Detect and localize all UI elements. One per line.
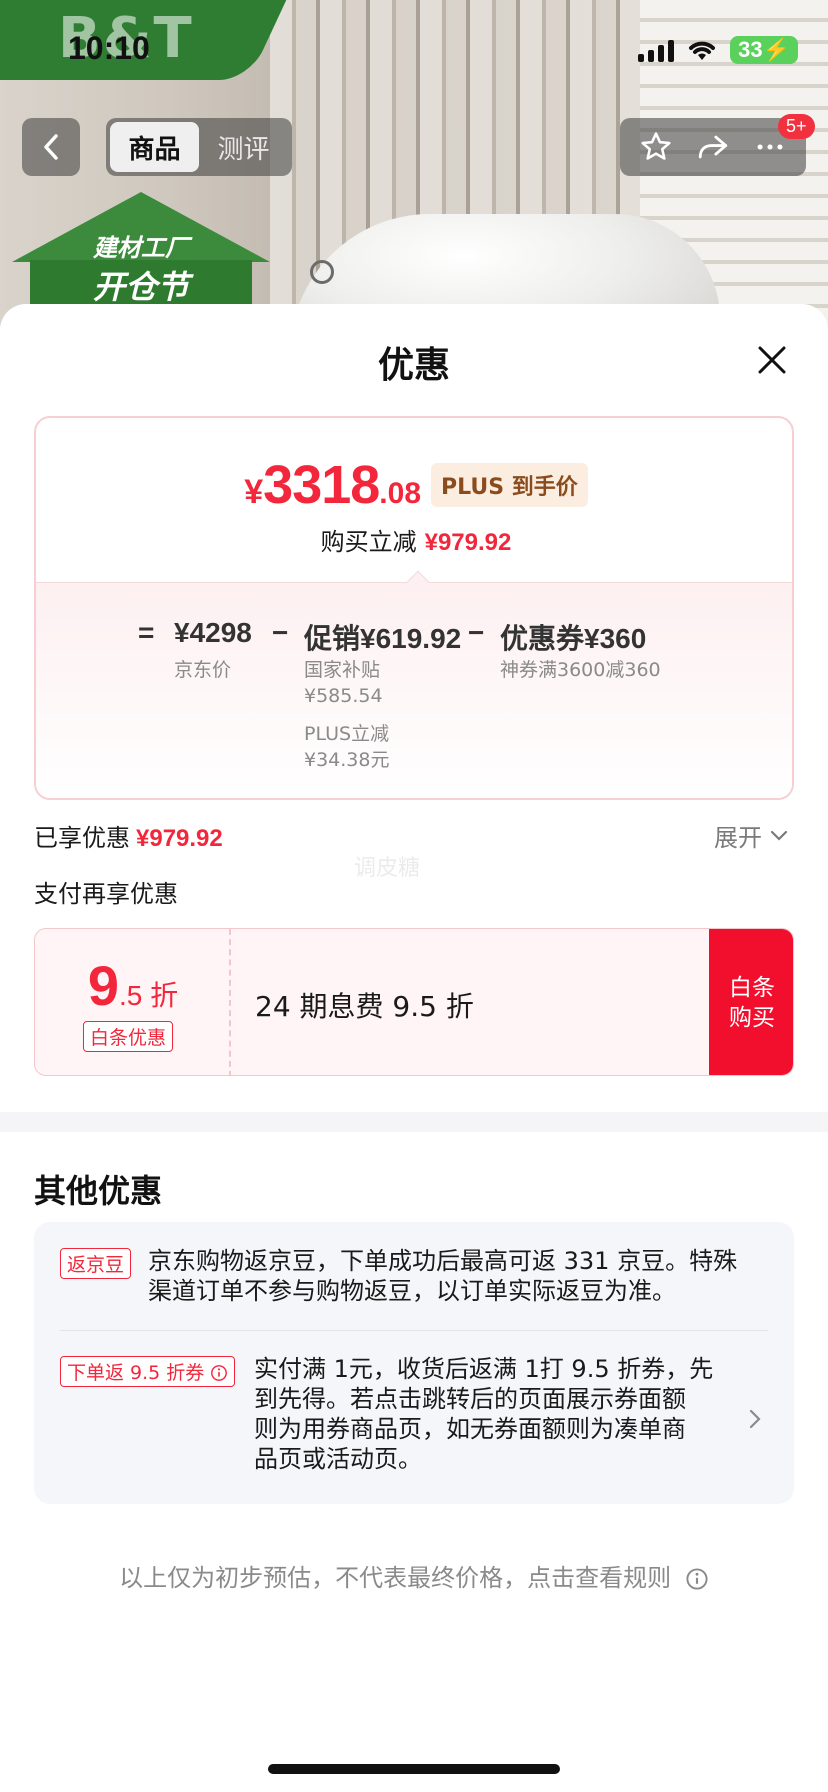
coupon-return-text-line2: 到先得。若点击跳转后的页面展示券面额 [254, 1385, 686, 1413]
promo-line2: 开仓节 [92, 268, 189, 306]
subsidy-value: ¥585.54 [304, 685, 383, 707]
signal-icon [638, 38, 675, 62]
plus-price-tag: PLUS 到手价 [431, 463, 588, 507]
home-indicator[interactable] [268, 1764, 560, 1774]
chevron-left-icon [44, 134, 58, 160]
wifi-icon [689, 41, 716, 60]
star-icon[interactable] [639, 130, 673, 164]
plus-reduce-label: PLUS立减 [304, 723, 390, 745]
promo-line1: 建材工厂 [93, 234, 189, 262]
sheet-title: 优惠 [377, 345, 450, 386]
toilet-button-graphic [310, 260, 334, 284]
equals-sign: = [138, 617, 155, 648]
subsidy-label: 国家补贴 [304, 659, 381, 681]
baitiao-discount: 9.5 折 [87, 954, 179, 1017]
section-divider [0, 1112, 828, 1132]
price-card: ¥3318.08 PLUS 到手价 购买立减 ¥979.92 = ¥4298 京东… [34, 416, 794, 800]
price-breakdown: = ¥4298 京东价 − 促销¥619.92 国家补贴 ¥585.54 PLU… [36, 582, 792, 798]
chevron-down-icon [770, 830, 788, 841]
close-icon[interactable] [752, 340, 792, 380]
promo-amount: 促销¥619.92 [304, 623, 462, 654]
battery-icon: 33⚡ [730, 36, 798, 64]
coupon-label: 神券满3600减360 [500, 659, 661, 681]
enjoyed-discount: 已享优惠 ¥979.92 [34, 824, 223, 852]
info-icon [686, 1568, 708, 1590]
share-icon[interactable] [696, 130, 730, 164]
coupon-return-tag[interactable]: 下单返 9.5 折券 [60, 1356, 236, 1387]
jingdou-text-line1: 京东购物返京豆，下单成功后最高可返 331 京豆。特殊 [148, 1247, 738, 1275]
coupon-return-text-line1: 实付满 1元，收货后返满 1打 9.5 折券，先 [254, 1355, 714, 1383]
info-icon [211, 1365, 228, 1381]
final-price: ¥3318.08 [244, 455, 422, 515]
jd-price: ¥4298 [174, 617, 252, 648]
offer-divider [60, 1330, 768, 1331]
baitiao-card[interactable]: 9.5 折 白条优惠 24 期息费 9.5 折 白条购买 [34, 928, 794, 1076]
coupon-amount: 优惠券¥360 [500, 623, 647, 654]
expand-button[interactable]: 展开 [714, 818, 788, 853]
coupon-return-text-line4: 品页或活动页。 [254, 1445, 422, 1473]
plus-reduce-value: ¥34.38元 [304, 749, 390, 771]
back-button[interactable] [22, 118, 80, 176]
chevron-right-icon[interactable] [748, 1408, 762, 1430]
other-offers-card: 返京豆 京东购物返京豆，下单成功后最高可返 331 京豆。特殊 渠道订单不参与购… [34, 1222, 794, 1504]
baitiao-tag: 白条优惠 [83, 1021, 174, 1052]
discount-sheet: 优惠 ¥3318.08 PLUS 到手价 购买立减 ¥979.92 = ¥4298… [0, 304, 828, 1792]
reduce-line: 购买立减 ¥979.92 [320, 528, 512, 556]
message-badge: 5+ [778, 114, 815, 139]
jingdou-text-line2: 渠道订单不参与购物返豆，以订单实际返豆为准。 [148, 1277, 676, 1305]
status-time: 10:10 [68, 30, 150, 66]
baitiao-buy-button[interactable]: 白条购买 [709, 929, 793, 1075]
jingdou-tag: 返京豆 [60, 1248, 132, 1279]
pay-section-label: 支付再享优惠 [34, 880, 178, 908]
tab-product[interactable]: 商品 [110, 122, 199, 172]
status-icons: 33⚡ [638, 36, 798, 64]
tab-review[interactable]: 测评 [199, 122, 288, 172]
minus-sign-1: − [272, 617, 289, 648]
minus-sign-2: − [468, 617, 485, 648]
jd-price-label: 京东价 [174, 659, 232, 681]
rules-note[interactable]: 以上仅为初步预估，不代表最终价格，点击查看规则 [0, 1558, 828, 1593]
nav-tabs: 商品 测评 [106, 118, 292, 176]
watermark: 调皮糖 [354, 856, 421, 881]
baitiao-desc: 24 期息费 9.5 折 [255, 990, 474, 1023]
coupon-return-text-line3: 则为用券商品页，如无券面额则为凑单商 [254, 1415, 686, 1443]
other-title: 其他优惠 [34, 1172, 163, 1210]
